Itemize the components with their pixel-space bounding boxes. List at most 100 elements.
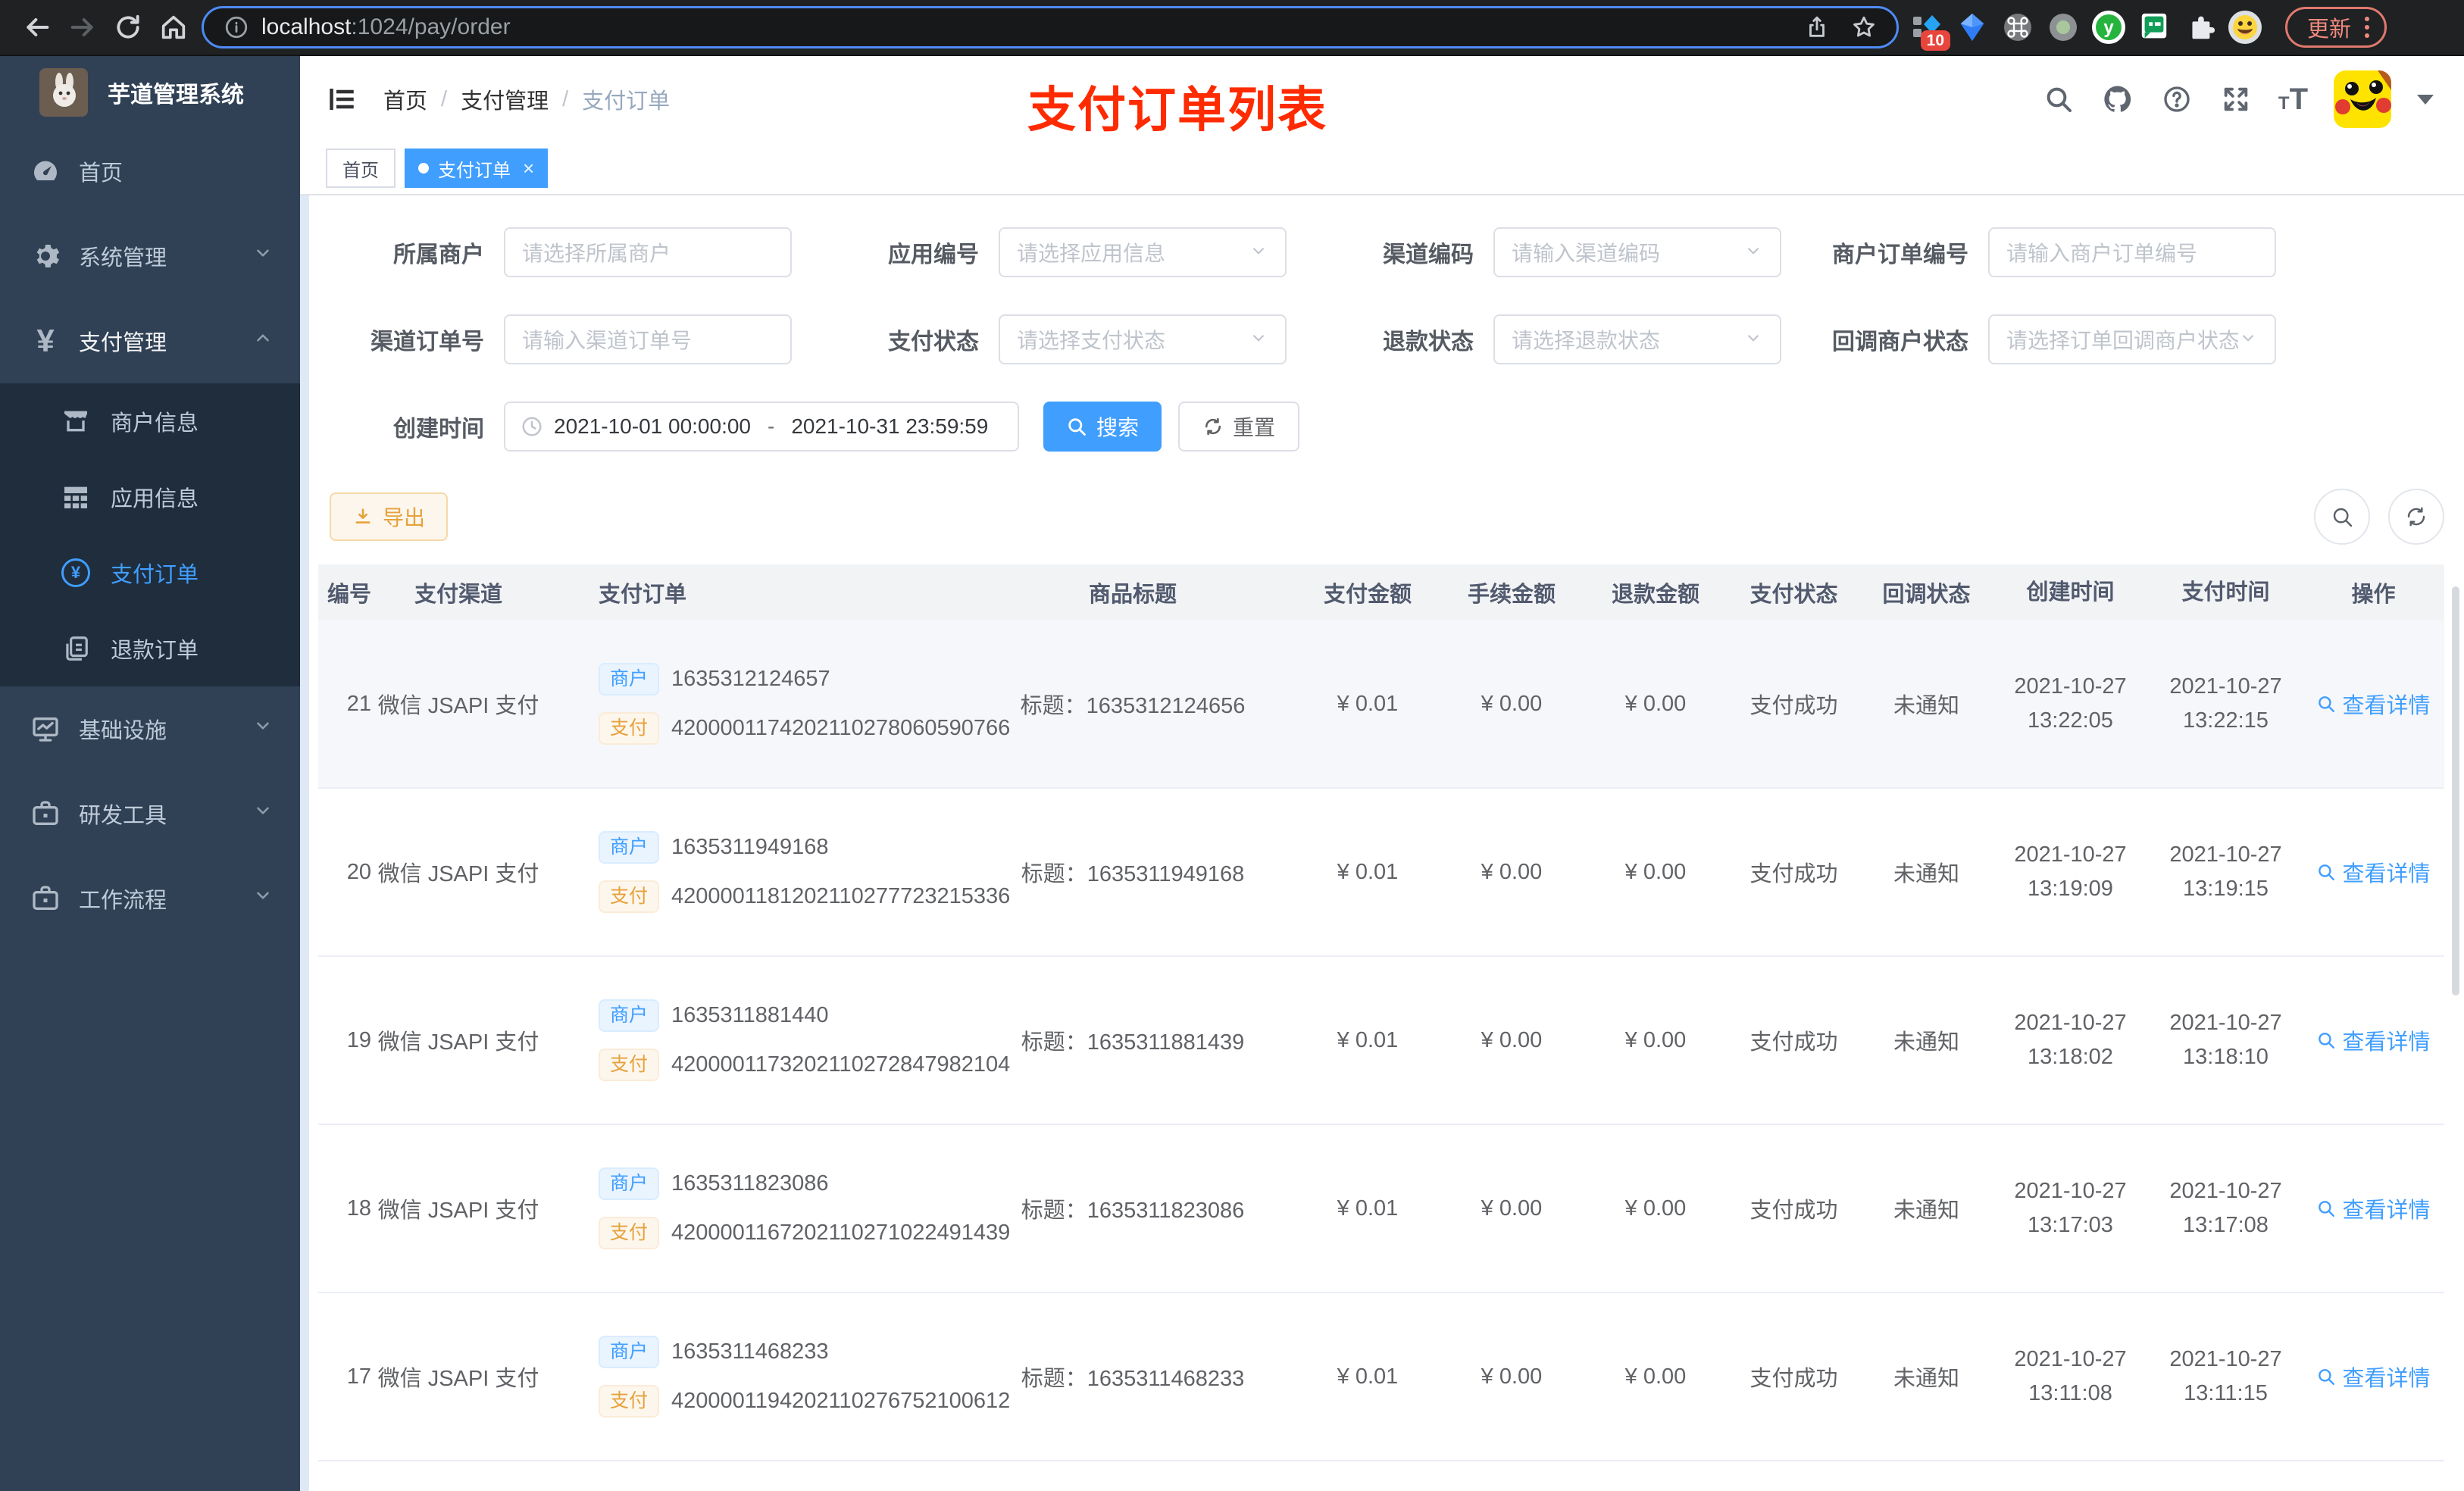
cell-id: 18 xyxy=(346,1196,371,1221)
extension-command-icon[interactable] xyxy=(2000,10,2035,45)
extensions-puzzle-icon[interactable] xyxy=(2182,10,2217,45)
browser-home-icon[interactable] xyxy=(156,10,191,45)
cell-id: 20 xyxy=(346,859,371,884)
breadcrumb-payment[interactable]: 支付管理 xyxy=(461,83,549,115)
sidebar-item-payment[interactable]: ¥ 支付管理 xyxy=(0,299,300,383)
channel-code-select[interactable]: 请输入渠道编码 xyxy=(1493,227,1781,277)
refresh-button[interactable] xyxy=(2388,489,2444,545)
page-scrollbar[interactable] xyxy=(2452,586,2459,996)
view-detail-link[interactable]: 查看详情 xyxy=(2316,688,2431,720)
browser-menu-icon[interactable] xyxy=(2365,17,2370,38)
search-button[interactable]: 搜索 xyxy=(1043,402,1162,452)
pay-status-select[interactable]: 请选择支付状态 xyxy=(999,314,1287,364)
sidebar-item-label: 研发工具 xyxy=(79,804,167,828)
cell-refund: ¥ 0.00 xyxy=(1624,1364,1687,1389)
extension-sketch-icon[interactable] xyxy=(1955,10,1990,45)
active-dot xyxy=(418,163,429,173)
profile-avatar-icon[interactable] xyxy=(2228,10,2262,45)
pay-tag: 支付 xyxy=(599,1049,660,1081)
hamburger-icon[interactable] xyxy=(326,83,359,116)
cell-notify-status: 未通知 xyxy=(1893,1199,1959,1223)
search-icon[interactable] xyxy=(2042,83,2075,116)
refund-status-select[interactable]: 请选择退款状态 xyxy=(1493,314,1781,364)
cell-title: 标题：1635311823086 xyxy=(1021,1199,1245,1223)
avatar-caret-icon[interactable] xyxy=(2417,94,2434,105)
cell-channel: 微信 JSAPI 支付 xyxy=(377,1367,539,1391)
merchant-select[interactable]: 请选择所属商户 xyxy=(504,227,792,277)
table-row: 19 微信 JSAPI 支付 商户 1635311881440 支付 42000… xyxy=(318,957,2444,1125)
app-select[interactable]: 请选择应用信息 xyxy=(999,227,1287,277)
cell-id: 19 xyxy=(346,1027,371,1052)
search-icon xyxy=(1068,418,1086,436)
pay-tag: 支付 xyxy=(599,1217,660,1249)
channel-order-no-input[interactable]: 请输入渠道订单号 xyxy=(504,314,792,364)
font-size-icon[interactable]: TT xyxy=(2278,83,2308,117)
cell-channel: 微信 JSAPI 支付 xyxy=(377,1199,539,1223)
browser-update-button[interactable]: 更新 xyxy=(2285,7,2387,48)
filter-create-time: 创建时间 2021-10-01 00:00:00 - 2021-10-31 23… xyxy=(314,402,1019,452)
copy-document-icon xyxy=(59,632,92,665)
sidebar-item-infrastructure[interactable]: 基础设施 xyxy=(0,686,300,771)
merchant-order-no: 1635311949168 xyxy=(671,835,829,859)
breadcrumb-home[interactable]: 首页 xyxy=(383,83,427,115)
cell-amount: ¥ 0.01 xyxy=(1337,859,1399,884)
user-avatar[interactable] xyxy=(2334,70,2391,128)
browser-reload-icon[interactable] xyxy=(111,10,145,45)
refresh-icon xyxy=(1205,417,1221,436)
cell-id: 21 xyxy=(346,691,371,716)
view-detail-link[interactable]: 查看详情 xyxy=(2316,1192,2431,1224)
cell-create-time: 2021-10-27 13:17:03 xyxy=(2014,1179,2127,1237)
monitor-chart-icon xyxy=(29,712,62,746)
pay-tag: 支付 xyxy=(599,712,660,745)
sidebar-item-pay-order[interactable]: ¥ 支付订单 xyxy=(0,535,300,611)
browser-chrome: localhost:1024/pay/order 10 y 更新 xyxy=(0,0,2464,56)
site-info-icon[interactable] xyxy=(224,14,249,40)
col-header-pay-time: 支付时间 xyxy=(2181,580,2270,605)
date-range-input[interactable]: 2021-10-01 00:00:00 - 2021-10-31 23:59:5… xyxy=(504,402,1019,452)
reset-button[interactable]: 重置 xyxy=(1178,402,1300,452)
sidebar-item-merchant-info[interactable]: 商户信息 xyxy=(0,383,300,459)
channel-order-no: 4200001194202110276752100612 xyxy=(671,1389,1011,1413)
view-detail-link[interactable]: 查看详情 xyxy=(2316,856,2431,888)
sidebar-item-workflow[interactable]: 工作流程 xyxy=(0,856,300,941)
close-icon[interactable]: × xyxy=(523,157,534,180)
sidebar-item-refund-order[interactable]: 退款订单 xyxy=(0,611,300,686)
sidebar-item-app-info[interactable]: 应用信息 xyxy=(0,459,300,535)
export-button[interactable]: 导出 xyxy=(330,492,449,541)
extension-chat-icon[interactable] xyxy=(2137,10,2172,45)
sidebar-item-label: 系统管理 xyxy=(79,246,167,270)
url-bar[interactable]: localhost:1024/pay/order xyxy=(202,6,1899,48)
sidebar-item-home[interactable]: 首页 xyxy=(0,129,300,214)
browser-back-icon[interactable] xyxy=(20,10,55,45)
tab-home[interactable]: 首页 xyxy=(326,148,396,188)
dashboard-icon xyxy=(29,155,62,188)
pay-tag: 支付 xyxy=(599,880,660,913)
github-icon[interactable] xyxy=(2101,83,2134,116)
extension-y-icon[interactable]: y xyxy=(2091,10,2126,45)
extension-collage-icon[interactable]: 10 xyxy=(1909,10,1950,51)
cell-pay-status: 支付成功 xyxy=(1750,1030,1838,1055)
merchant-order-no-input[interactable]: 请输入商户订单编号 xyxy=(1988,227,2276,277)
help-icon[interactable] xyxy=(2160,83,2194,116)
top-navbar: 首页 / 支付管理 / 支付订单 支付订单列表 T T xyxy=(300,56,2464,142)
sidebar-item-dev-tools[interactable]: 研发工具 xyxy=(0,771,300,856)
show-search-button[interactable] xyxy=(2314,489,2370,545)
view-detail-link[interactable]: 查看详情 xyxy=(2316,1361,2431,1393)
fullscreen-icon[interactable] xyxy=(2219,83,2253,116)
chevron-down-icon xyxy=(1743,328,1763,352)
view-detail-link[interactable]: 查看详情 xyxy=(2316,1024,2431,1056)
cell-amount: ¥ 0.01 xyxy=(1337,691,1399,716)
cell-create-time: 2021-10-27 13:22:05 xyxy=(2014,674,2127,733)
cell-pay-time: 2021-10-27 13:17:08 xyxy=(2169,1179,2282,1237)
cell-refund: ¥ 0.00 xyxy=(1624,859,1687,884)
notify-status-select[interactable]: 请选择订单回调商户状态 xyxy=(1988,314,2276,364)
cell-notify-status xyxy=(1860,1461,1993,1491)
logo-image xyxy=(39,68,88,117)
browser-forward-icon[interactable] xyxy=(65,10,100,45)
extension-gray-dot-icon[interactable] xyxy=(2046,10,2081,45)
share-icon[interactable] xyxy=(1804,14,1830,40)
bookmark-star-icon[interactable] xyxy=(1851,14,1877,40)
sidebar-item-system[interactable]: 系统管理 xyxy=(0,214,300,299)
col-header-pay-status: 支付状态 xyxy=(1750,583,1838,607)
tab-pay-order[interactable]: 支付订单 × xyxy=(405,148,549,188)
